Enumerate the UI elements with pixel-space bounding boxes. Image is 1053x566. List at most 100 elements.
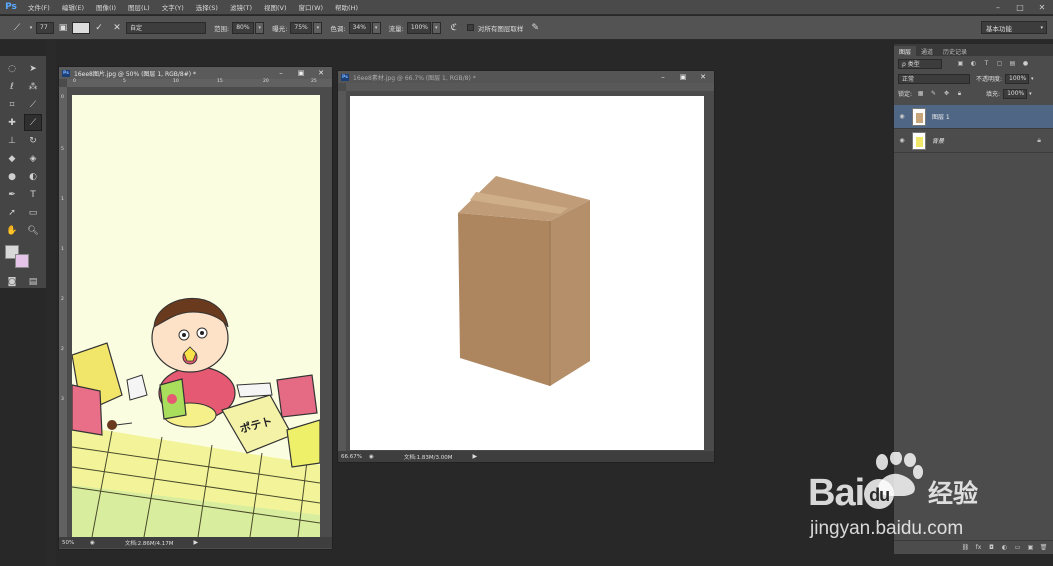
minimize-button[interactable]: –: [991, 2, 1005, 12]
lock-all-icon[interactable]: 🔒︎: [955, 89, 964, 98]
menu-type[interactable]: 文字(Y): [162, 2, 184, 12]
tone-input[interactable]: 34%: [348, 21, 371, 34]
filter-type-icon[interactable]: T: [982, 59, 991, 68]
exposure-input[interactable]: 75%: [290, 21, 313, 34]
doc2-restore-button[interactable]: ▣: [676, 72, 690, 81]
menu-bar: Ps 文件(F) 编辑(E) 图像(I) 图层(L) 文字(Y) 选择(S) 滤…: [0, 0, 1053, 15]
workspace-select[interactable]: 基本功能 ▾: [981, 21, 1047, 34]
menu-help[interactable]: 帮助(H): [335, 2, 358, 12]
filter-adjustment-icon[interactable]: ◐: [969, 59, 978, 68]
quick-mask-icon[interactable]: ◙: [3, 273, 21, 290]
healing-brush-tool-icon[interactable]: ✚: [3, 114, 21, 131]
new-group-icon[interactable]: ▭: [1013, 543, 1022, 552]
blend-mode-select[interactable]: 正常: [898, 73, 970, 84]
airbrush-icon[interactable]: ℭ: [447, 21, 461, 35]
crop-tool-icon[interactable]: ⌗: [3, 96, 21, 113]
filter-smart-icon[interactable]: ▤: [1008, 59, 1017, 68]
filter-toggle-icon[interactable]: ●: [1021, 59, 1030, 68]
blur-tool-icon[interactable]: ●: [3, 168, 21, 185]
sponge-tool-preset-icon[interactable]: ⟋: [10, 21, 24, 35]
lasso-tool-icon[interactable]: ℓ: [3, 78, 21, 95]
dodge-tool-icon[interactable]: ◐: [24, 168, 42, 185]
doc1-restore-button[interactable]: ▣: [294, 68, 308, 77]
mode-select[interactable]: 自定: [126, 21, 206, 34]
menu-edit[interactable]: 编辑(E): [62, 2, 84, 12]
move-tool-icon[interactable]: ➤: [24, 60, 42, 77]
history-brush-tool-icon[interactable]: ↻: [24, 132, 42, 149]
clone-stamp-tool-icon[interactable]: ⊥: [3, 132, 21, 149]
brush-size-box[interactable]: 77: [36, 21, 54, 34]
sponge-tool-icon[interactable]: ⟋: [24, 114, 42, 131]
zoom-tool-icon[interactable]: 🔍︎: [24, 222, 42, 239]
menu-layer[interactable]: 图层(L): [128, 2, 150, 12]
doc2-status-arrow-icon[interactable]: ▶: [473, 453, 478, 460]
rectangle-tool-icon[interactable]: ▭: [24, 204, 42, 221]
doc2-minimize-button[interactable]: –: [656, 72, 670, 81]
paint-bucket-tool-icon[interactable]: ◈: [24, 150, 42, 167]
brush-panel-icon[interactable]: ▣: [56, 21, 70, 35]
lock-transparent-icon[interactable]: ▦: [916, 89, 925, 98]
doc1-minimize-button[interactable]: –: [274, 68, 288, 77]
lock-paint-icon[interactable]: ✎: [929, 89, 938, 98]
doc1-canvas-illustration[interactable]: ポテト: [72, 95, 320, 537]
doc2-title-bar[interactable]: Ps 16ee8素材.jpg @ 66.7% (图层 1, RGB/8) * –…: [338, 71, 714, 83]
doc1-title-bar[interactable]: Ps 16ee8图片.jpg @ 50% (图层 1, RGB/8#) * – …: [59, 67, 332, 79]
layer-filter-select[interactable]: ρ 类型: [898, 58, 942, 69]
eyedropper-tool-icon[interactable]: ⟋: [24, 96, 42, 113]
eye-icon[interactable]: ◉: [894, 137, 910, 144]
cross-icon[interactable]: ✕: [110, 21, 124, 35]
range-dropdown-icon[interactable]: ▾: [255, 21, 265, 34]
menu-select[interactable]: 选择(S): [196, 2, 218, 12]
menu-image[interactable]: 图像(I): [96, 2, 116, 12]
magic-wand-tool-icon[interactable]: ⁂: [24, 78, 42, 95]
menu-window[interactable]: 窗口(W): [299, 2, 324, 12]
new-layer-icon[interactable]: ▣: [1026, 543, 1035, 552]
filter-pixel-icon[interactable]: ▣: [956, 59, 965, 68]
doc2-close-button[interactable]: ✕: [696, 72, 710, 81]
opacity-arrow-icon[interactable]: ▾: [1031, 76, 1034, 82]
layer-row-layer1[interactable]: ◉ 图层 1: [894, 105, 1053, 129]
eraser-tool-icon[interactable]: ◆: [3, 150, 21, 167]
doc1-status-icon[interactable]: ◉: [90, 540, 95, 546]
lock-move-icon[interactable]: ✥: [942, 89, 951, 98]
fill-arrow-icon[interactable]: ▾: [1029, 91, 1032, 97]
menu-file[interactable]: 文件(F): [28, 2, 50, 12]
tone-dropdown-icon[interactable]: ▾: [371, 21, 381, 34]
range-input[interactable]: 80%: [232, 21, 255, 34]
maximize-button[interactable]: □: [1013, 2, 1027, 12]
flow-dropdown-icon[interactable]: ▾: [431, 21, 441, 34]
close-button[interactable]: ✕: [1035, 2, 1049, 12]
tab-channels[interactable]: 通道: [916, 46, 938, 56]
menu-view[interactable]: 视图(V): [264, 2, 287, 12]
tab-history[interactable]: 历史记录: [938, 46, 972, 56]
doc2-canvas-box-photo[interactable]: [350, 96, 704, 450]
doc1-status-arrow-icon[interactable]: ▶: [194, 539, 199, 546]
flow-input[interactable]: 100%: [406, 21, 431, 34]
check-icon[interactable]: ✓: [92, 21, 106, 35]
path-selection-tool-icon[interactable]: ➚: [3, 204, 21, 221]
type-tool-icon[interactable]: T: [24, 186, 42, 203]
layer-row-background[interactable]: ◉ 背景 🔒︎: [894, 129, 1053, 153]
opacity-input[interactable]: 100%: [1005, 73, 1030, 84]
fill-input[interactable]: 100%: [1003, 88, 1028, 99]
pen-tool-icon[interactable]: ✒: [3, 186, 21, 203]
hand-tool-icon[interactable]: ✋: [3, 222, 21, 239]
menu-filter[interactable]: 滤镜(T): [230, 2, 252, 12]
pressure-icon[interactable]: ✎: [528, 21, 542, 35]
filter-shape-icon[interactable]: ▢: [995, 59, 1004, 68]
sample-all-checkbox[interactable]: [466, 24, 474, 31]
exposure-dropdown-icon[interactable]: ▾: [313, 21, 323, 34]
delete-layer-icon[interactable]: 🗑︎: [1039, 543, 1048, 552]
screen-mode-icon[interactable]: ▤: [24, 273, 42, 290]
chevron-down-icon[interactable]: ▾: [28, 21, 34, 35]
tab-layers[interactable]: 图层: [894, 46, 917, 56]
doc1-zoom[interactable]: 50%: [62, 540, 90, 546]
doc2-horizontal-ruler: [346, 83, 714, 91]
eye-icon[interactable]: ◉: [894, 113, 910, 120]
background-color-swatch[interactable]: [15, 254, 29, 268]
doc2-status-icon[interactable]: ◉: [369, 454, 374, 460]
doc2-zoom[interactable]: 66.67%: [341, 454, 369, 460]
color-swatch-box[interactable]: [72, 21, 90, 34]
marquee-tool-icon[interactable]: ◌: [3, 60, 21, 77]
doc1-close-button[interactable]: ✕: [314, 68, 328, 77]
